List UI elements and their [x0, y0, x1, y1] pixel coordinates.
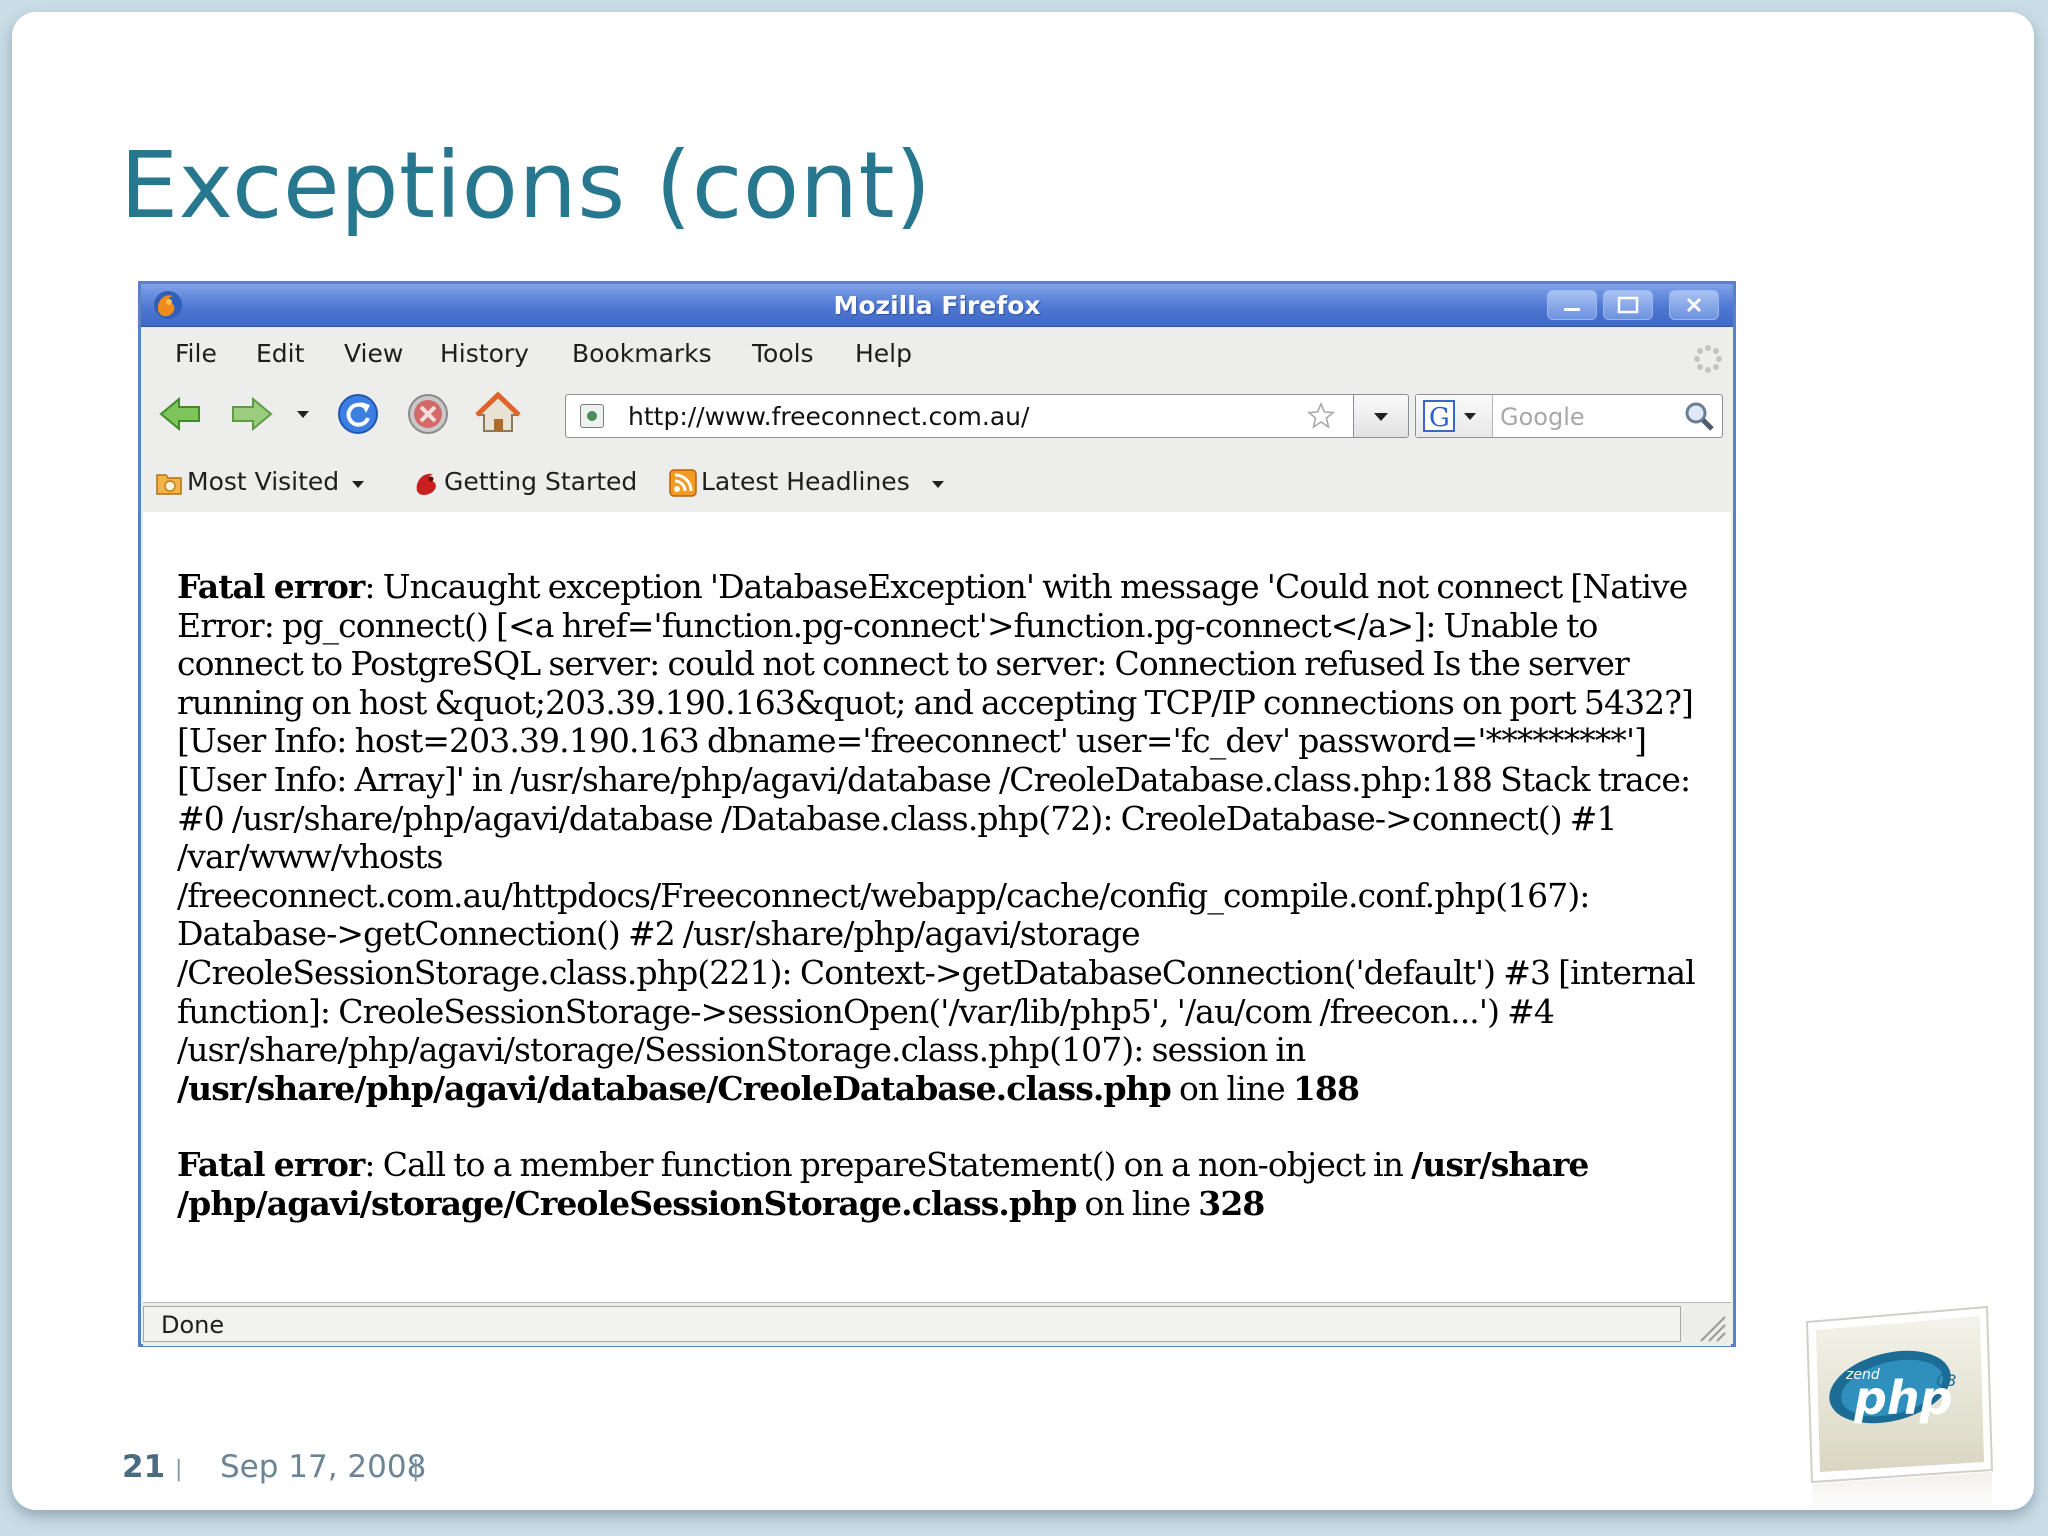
- error-label: Fatal error: [177, 567, 365, 606]
- error-text: : Call to a member function prepareState…: [364, 1145, 1412, 1185]
- close-button[interactable]: [1669, 290, 1719, 320]
- footer-separator: |: [175, 1457, 183, 1482]
- forward-arrow-icon[interactable]: [229, 391, 275, 437]
- error-message-2: Fatal error: Call to a member function p…: [177, 1146, 1722, 1223]
- zend-php-logo: zend php 08: [1805, 1305, 1994, 1510]
- menu-help[interactable]: Help: [855, 339, 912, 368]
- menu-view[interactable]: View: [344, 339, 403, 368]
- footer-separator: |: [412, 1457, 420, 1482]
- resize-grip-icon[interactable]: [1691, 1307, 1727, 1343]
- error-on-line: on line: [1076, 1183, 1199, 1223]
- error-text: : Uncaught exception 'DatabaseException'…: [177, 567, 1696, 1070]
- bookmark-getting-started[interactable]: Getting Started: [444, 467, 637, 496]
- window-title: Mozilla Firefox: [833, 291, 1041, 320]
- stop-icon[interactable]: [405, 391, 451, 437]
- home-icon[interactable]: [475, 391, 521, 437]
- slide-date: Sep 17, 2008: [220, 1449, 427, 1485]
- search-placeholder[interactable]: Google: [1500, 403, 1585, 431]
- error-message-1: Fatal error: Uncaught exception 'Databas…: [177, 567, 1722, 1108]
- menubar: File Edit View History Bookmarks Tools H…: [141, 327, 1733, 379]
- error-on-line: on line: [1170, 1068, 1293, 1108]
- firefox-bookmark-icon: [416, 473, 436, 495]
- slide-title: Exceptions (cont): [120, 132, 932, 239]
- status-cell: Done: [143, 1306, 1681, 1342]
- rss-feed-icon: [669, 469, 697, 497]
- error-output: Fatal error: Uncaught exception 'Databas…: [177, 567, 1722, 1262]
- minimize-icon: [1564, 308, 1580, 311]
- close-icon: [1686, 297, 1702, 313]
- star-icon[interactable]: [1306, 401, 1336, 431]
- page-number: 21: [122, 1449, 166, 1485]
- menu-bookmarks[interactable]: Bookmarks: [572, 339, 712, 368]
- search-engine-selector[interactable]: G: [1416, 395, 1493, 437]
- bookmarks-toolbar: Most Visited Getting Started Latest Head…: [141, 449, 1733, 509]
- page-content: Fatal error: Uncaught exception 'Databas…: [143, 512, 1731, 1302]
- status-text: Done: [161, 1311, 225, 1339]
- logo-year-text: 08: [1936, 1371, 1956, 1390]
- site-identity-icon[interactable]: [580, 404, 604, 428]
- error-line-number: 188: [1292, 1068, 1360, 1108]
- bookmark-latest-headlines[interactable]: Latest Headlines: [701, 467, 910, 496]
- search-icon[interactable]: [1682, 399, 1716, 433]
- error-label: Fatal error: [177, 1145, 365, 1185]
- history-dropdown-icon[interactable]: [291, 391, 315, 437]
- chevron-down-icon[interactable]: [929, 475, 947, 493]
- slide: Exceptions (cont) Mozilla Firefox File E…: [12, 12, 2034, 1510]
- error-line-number: 328: [1198, 1183, 1265, 1223]
- svg-text:G: G: [1429, 403, 1450, 433]
- google-icon: G: [1423, 400, 1476, 433]
- menu-file[interactable]: File: [175, 339, 217, 368]
- minimize-button[interactable]: [1547, 290, 1597, 320]
- search-box[interactable]: G Google: [1415, 394, 1723, 438]
- folder-icon: [156, 474, 182, 495]
- url-bar[interactable]: http://www.freeconnect.com.au/: [565, 394, 1369, 438]
- maximize-button[interactable]: [1603, 290, 1653, 320]
- back-arrow-icon[interactable]: [157, 391, 203, 437]
- chevron-down-icon[interactable]: [349, 475, 367, 493]
- error-file: /usr/share/php/agavi/database/CreoleData…: [177, 1068, 1172, 1108]
- reload-icon[interactable]: [335, 391, 381, 437]
- bookmark-most-visited[interactable]: Most Visited: [187, 467, 339, 496]
- window-titlebar[interactable]: Mozilla Firefox: [141, 284, 1733, 327]
- chevron-down-icon: [1374, 413, 1388, 421]
- menu-history[interactable]: History: [440, 339, 529, 368]
- throbber-icon: [1694, 345, 1722, 373]
- menu-edit[interactable]: Edit: [256, 339, 304, 368]
- statusbar: Done: [143, 1302, 1731, 1346]
- url-text[interactable]: http://www.freeconnect.com.au/: [628, 402, 1029, 431]
- menu-tools[interactable]: Tools: [752, 339, 814, 368]
- firefox-window: Mozilla Firefox File Edit View History B…: [138, 281, 1736, 1347]
- url-dropdown-button[interactable]: [1353, 394, 1409, 438]
- maximize-icon: [1617, 296, 1639, 314]
